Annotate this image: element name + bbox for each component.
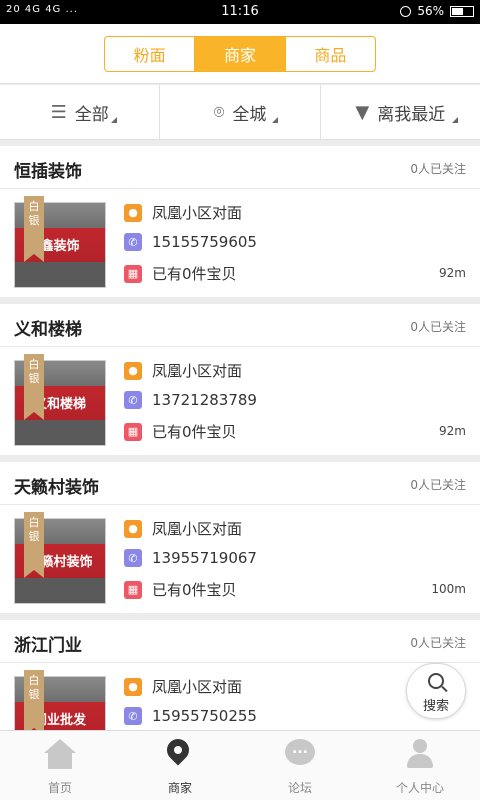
calendar-icon: ▦	[124, 264, 142, 283]
shop-items: 已有0件宝贝	[152, 423, 237, 441]
shop-distance: 92m	[439, 266, 466, 280]
location-icon: ●	[124, 361, 142, 380]
address-row: ● 凤凰小区对面	[124, 676, 242, 697]
shop-address: 凤凰小区对面	[152, 362, 243, 380]
silver-badge: 白银	[24, 354, 44, 420]
segment-control: 粉面 商家 商品	[104, 36, 376, 72]
alarm-icon	[400, 5, 412, 17]
silver-badge: 白银	[24, 196, 44, 262]
location-icon: ●	[124, 519, 142, 538]
nav-forum-label: 论坛	[287, 781, 312, 795]
phone-icon: ✆	[124, 233, 142, 251]
shop-items: 已有0件宝贝	[152, 265, 237, 283]
list-icon: ☰	[50, 101, 67, 123]
shop-card[interactable]: 恒插装饰 0人已关注 鑫装饰 白银 ● 凤凰小区对面 ✆ 15155759605 ▦…	[0, 146, 480, 297]
calendar-icon: ▦	[124, 580, 142, 599]
shop-distance: 92m	[439, 424, 466, 438]
tab-merchants[interactable]: 商家	[195, 37, 286, 71]
follower-count: 0人已关注	[410, 320, 466, 334]
shop-items: 已有0件宝贝	[152, 581, 237, 599]
shop-list[interactable]: 恒插装饰 0人已关注 鑫装饰 白银 ● 凤凰小区对面 ✆ 15155759605 ▦…	[0, 146, 480, 730]
phone-row[interactable]: ✆ 13955719067	[124, 549, 257, 567]
filter-bar: ☰ 全部 ⌾ 全城 ▼ 离我最近	[0, 85, 480, 140]
battery-level	[452, 7, 463, 15]
nav-profile-label: 个人中心	[395, 781, 444, 795]
items-row: ▦ 已有0件宝贝	[124, 263, 237, 284]
nav-home-label: 首页	[47, 781, 72, 795]
location-icon: ⌾	[213, 101, 225, 123]
location-pin-icon	[162, 734, 197, 769]
bottom-nav: 首页 商家 论坛 个人中心	[0, 730, 480, 800]
phone-row[interactable]: ✆ 13721283789	[124, 391, 257, 409]
status-right: 56%	[400, 4, 474, 18]
address-row: ● 凤凰小区对面	[124, 518, 242, 539]
caret-icon	[271, 117, 278, 123]
location-icon: ●	[124, 677, 142, 696]
battery-icon	[450, 5, 474, 17]
phone-icon: ✆	[124, 707, 142, 725]
nav-home[interactable]: 首页	[0, 731, 120, 800]
user-icon	[405, 739, 435, 769]
search-button-label: 搜索	[422, 699, 449, 714]
filter-area[interactable]: ⌾ 全城	[160, 85, 321, 139]
caret-icon	[451, 117, 458, 123]
address-row: ● 凤凰小区对面	[124, 202, 242, 223]
shop-card-header: 天籁村装饰 0人已关注	[0, 462, 480, 505]
shop-address: 凤凰小区对面	[152, 520, 243, 538]
filter-category[interactable]: ☰ 全部	[0, 85, 161, 139]
shop-card-header: 义和楼梯 0人已关注	[0, 304, 480, 347]
nav-merchants-label: 商家	[167, 781, 192, 795]
tab-noodles[interactable]: 粉面	[105, 37, 196, 71]
phone-row[interactable]: ✆ 15955750255	[124, 707, 257, 725]
search-icon	[428, 673, 444, 689]
filter-sort[interactable]: ▼ 离我最近	[321, 85, 480, 139]
shop-card-header: 浙江门业 0人已关注	[0, 620, 480, 663]
shop-name: 义和楼梯	[14, 320, 82, 340]
filter-area-label: 全城	[232, 104, 267, 125]
nav-profile[interactable]: 个人中心	[360, 731, 480, 800]
shop-phone[interactable]: 13955719067	[152, 549, 257, 567]
nav-merchants[interactable]: 商家	[120, 731, 240, 800]
shop-address: 凤凰小区对面	[152, 204, 243, 222]
shop-name: 天籁村装饰	[14, 478, 99, 498]
address-row: ● 凤凰小区对面	[124, 360, 242, 381]
top-bar: 粉面 商家 商品	[0, 24, 480, 84]
shop-address: 凤凰小区对面	[152, 678, 243, 696]
shop-phone[interactable]: 15155759605	[152, 233, 257, 251]
phone-icon: ✆	[124, 391, 142, 409]
follower-count: 0人已关注	[410, 162, 466, 176]
items-row: ▦ 已有0件宝贝	[124, 579, 237, 600]
items-row: ▦ 已有0件宝贝	[124, 421, 237, 442]
filter-sort-label: 离我最近	[377, 104, 446, 125]
shop-phone[interactable]: 15955750255	[152, 707, 257, 725]
forum-icon	[285, 739, 315, 765]
home-icon	[44, 739, 76, 769]
filter-category-label: 全部	[74, 104, 109, 125]
silver-badge: 白银	[24, 512, 44, 578]
funnel-icon: ▼	[355, 101, 370, 123]
phone-icon: ✆	[124, 549, 142, 567]
shop-card[interactable]: 天籁村装饰 0人已关注 天籁村装饰 白银 ● 凤凰小区对面 ✆ 1395571906…	[0, 462, 480, 613]
shop-card[interactable]: 义和楼梯 0人已关注 义和楼梯 白银 ● 凤凰小区对面 ✆ 13721283789 …	[0, 304, 480, 455]
phone-row[interactable]: ✆ 15155759605	[124, 233, 257, 251]
tab-products[interactable]: 商品	[286, 37, 375, 71]
battery-percent: 56%	[417, 4, 444, 18]
shop-card-header: 恒插装饰 0人已关注	[0, 146, 480, 189]
shop-distance: 100m	[431, 582, 466, 596]
location-icon: ●	[124, 203, 142, 222]
follower-count: 0人已关注	[410, 636, 466, 650]
calendar-icon: ▦	[124, 422, 142, 441]
shop-name: 恒插装饰	[14, 162, 82, 182]
shop-phone[interactable]: 13721283789	[152, 391, 257, 409]
silver-badge: 白银	[24, 670, 44, 730]
shop-name: 浙江门业	[14, 636, 82, 656]
search-button[interactable]: 搜索	[406, 663, 466, 719]
nav-forum[interactable]: 论坛	[240, 731, 360, 800]
follower-count: 0人已关注	[410, 478, 466, 492]
status-bar: 20 4G 4G ... 11:16 56%	[0, 0, 480, 24]
caret-icon	[111, 117, 118, 123]
